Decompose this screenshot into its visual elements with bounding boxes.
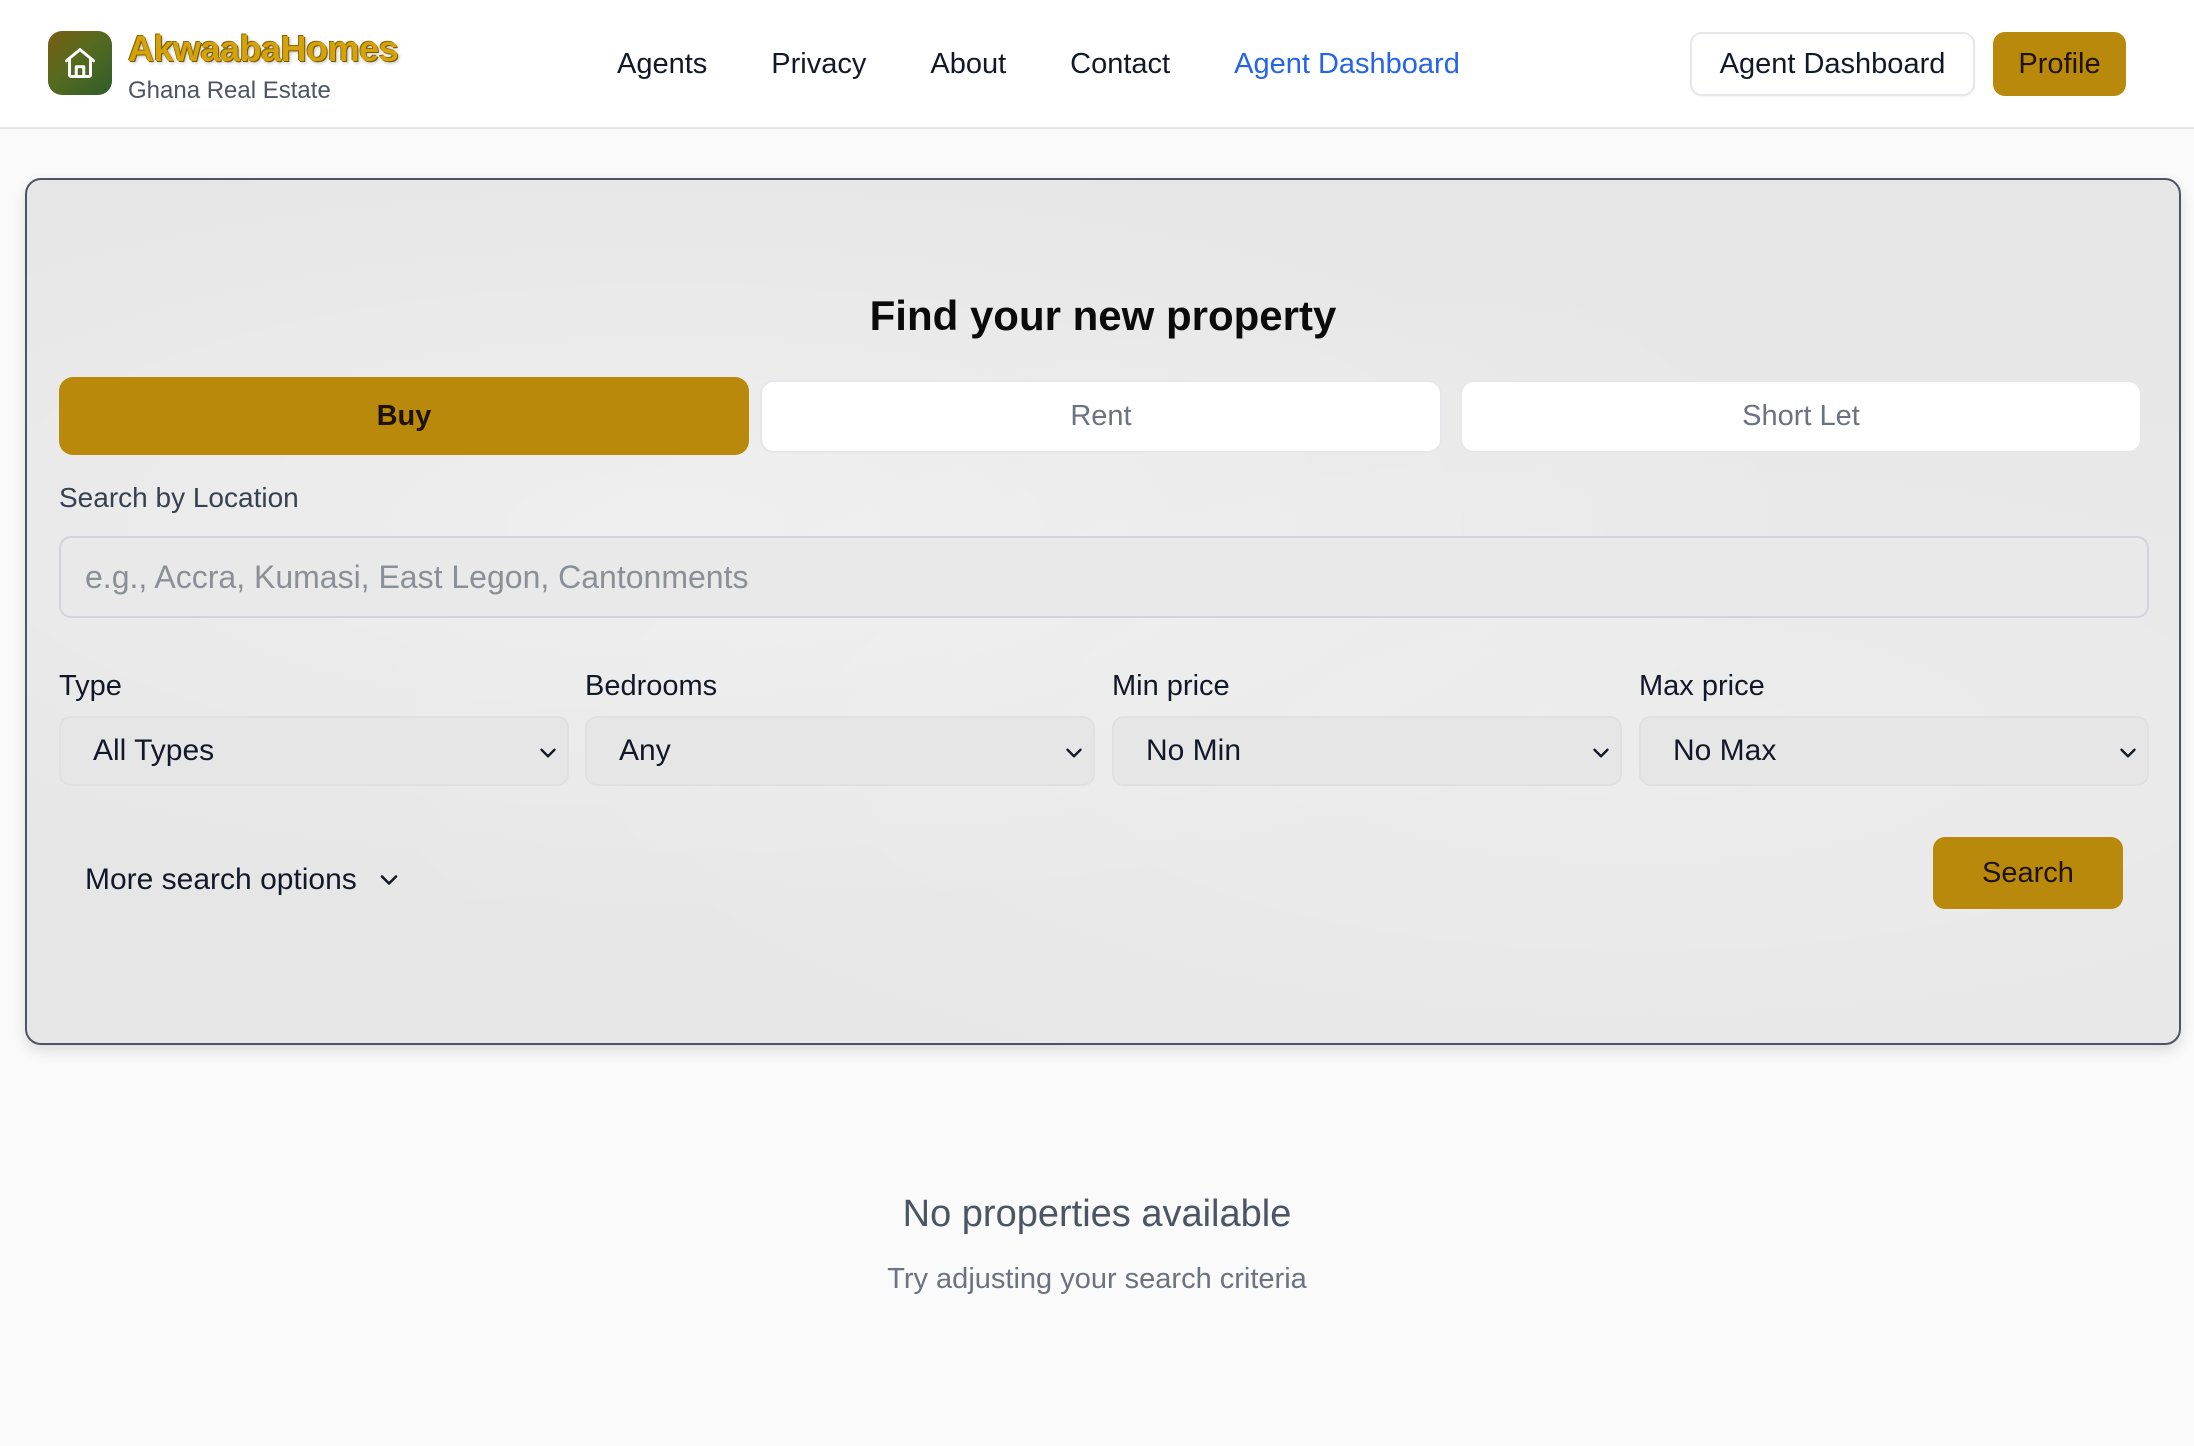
empty-state-subtitle: Try adjusting your search criteria (887, 1263, 1307, 1295)
chevron-down-icon (1593, 748, 1609, 758)
more-search-options-toggle[interactable]: More search options (85, 855, 403, 905)
nav-link-contact[interactable]: Contact (1070, 44, 1170, 84)
min-price-label: Min price (1112, 670, 1230, 702)
location-search-input[interactable] (59, 536, 2149, 618)
brand-name: AkwaabaHomes (128, 28, 399, 69)
tab-rent[interactable]: Rent (760, 380, 1442, 453)
type-label: Type (59, 670, 122, 702)
min-price-select[interactable]: No Min (1112, 716, 1622, 786)
search-button[interactable]: Search (1933, 837, 2123, 909)
max-price-select-value: No Max (1673, 734, 1777, 767)
max-price-label: Max price (1639, 670, 1765, 702)
nav-link-about[interactable]: About (930, 44, 1006, 84)
type-select-value: All Types (93, 734, 215, 767)
house-icon (48, 31, 112, 95)
brand-tagline: Ghana Real Estate (128, 77, 331, 104)
top-header: AkwaabaHomes Ghana Real Estate Agents Pr… (0, 0, 2194, 129)
nav-link-privacy[interactable]: Privacy (771, 44, 866, 84)
location-label: Search by Location (59, 482, 299, 513)
bedrooms-select-value: Any (619, 734, 671, 767)
type-select[interactable]: All Types (59, 716, 569, 786)
tab-buy[interactable]: Buy (59, 377, 749, 455)
chevron-down-icon (2120, 748, 2136, 758)
main-nav: Agents Privacy About Contact Agent Dashb… (617, 44, 1460, 84)
property-search-card: Find your new property Buy Rent Short Le… (25, 178, 2181, 1045)
min-price-select-value: No Min (1146, 734, 1242, 767)
bedrooms-label: Bedrooms (585, 670, 718, 702)
empty-state-title: No properties available (902, 1193, 1292, 1235)
chevron-down-icon (540, 748, 556, 758)
nav-link-agents[interactable]: Agents (617, 44, 707, 84)
profile-button[interactable]: Profile (1993, 32, 2126, 96)
chevron-down-icon (380, 875, 398, 885)
chevron-down-icon (1066, 748, 1082, 758)
agent-dashboard-button[interactable]: Agent Dashboard (1690, 32, 1975, 96)
search-title: Find your new property (869, 292, 1337, 339)
bedrooms-select[interactable]: Any (585, 716, 1095, 786)
nav-link-agent-dashboard[interactable]: Agent Dashboard (1234, 44, 1460, 84)
tab-short-let[interactable]: Short Let (1460, 380, 2142, 453)
max-price-select[interactable]: No Max (1639, 716, 2149, 786)
more-search-options-label: More search options (85, 863, 357, 896)
